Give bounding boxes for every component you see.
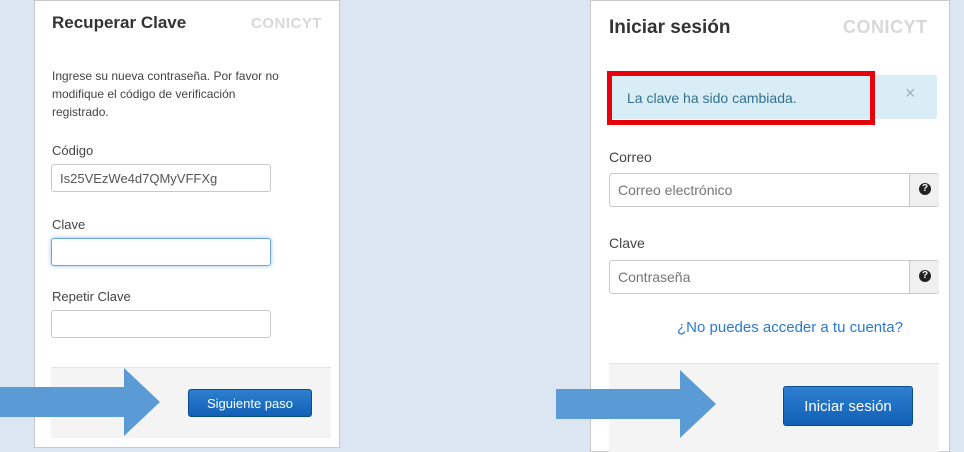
code-field[interactable]: [51, 164, 271, 192]
repeat-password-field[interactable]: [51, 310, 271, 338]
alert-close-icon[interactable]: ×: [905, 83, 916, 104]
email-field[interactable]: [609, 173, 939, 207]
password-help-icon[interactable]: ?: [909, 261, 939, 293]
email-help-icon[interactable]: ?: [909, 174, 939, 206]
password-field[interactable]: [609, 260, 939, 294]
password-label: Clave: [52, 217, 86, 232]
left-arrow-icon: [0, 368, 160, 436]
recover-title: Recuperar Clave: [52, 13, 187, 32]
forgot-account-link[interactable]: ¿No puedes acceder a tu cuenta?: [677, 319, 903, 336]
login-button[interactable]: Iniciar sesión: [783, 386, 913, 426]
instructions-line-3: registrado.: [52, 105, 109, 119]
help-glyph: ?: [919, 183, 931, 195]
instructions-line-2: modifique el código de verificación: [52, 87, 236, 101]
login-title: Iniciar sesión: [609, 17, 731, 38]
alert-message: La clave ha sido cambiada.: [627, 90, 797, 106]
help-glyph: ?: [919, 270, 931, 282]
brand-logo-text: CONICYT: [251, 15, 322, 32]
new-password-field[interactable]: [51, 238, 271, 266]
code-label: Código: [52, 143, 94, 158]
password-label: Clave: [609, 235, 645, 251]
repeat-password-label: Repetir Clave: [52, 289, 131, 304]
next-step-button[interactable]: Siguiente paso: [188, 389, 312, 417]
brand-logo-text: CONICYT: [843, 17, 928, 37]
instructions-line-1: Ingrese su nueva contraseña. Por favor n…: [52, 69, 279, 83]
email-label: Correo: [609, 149, 652, 165]
right-arrow-icon: [556, 370, 716, 438]
